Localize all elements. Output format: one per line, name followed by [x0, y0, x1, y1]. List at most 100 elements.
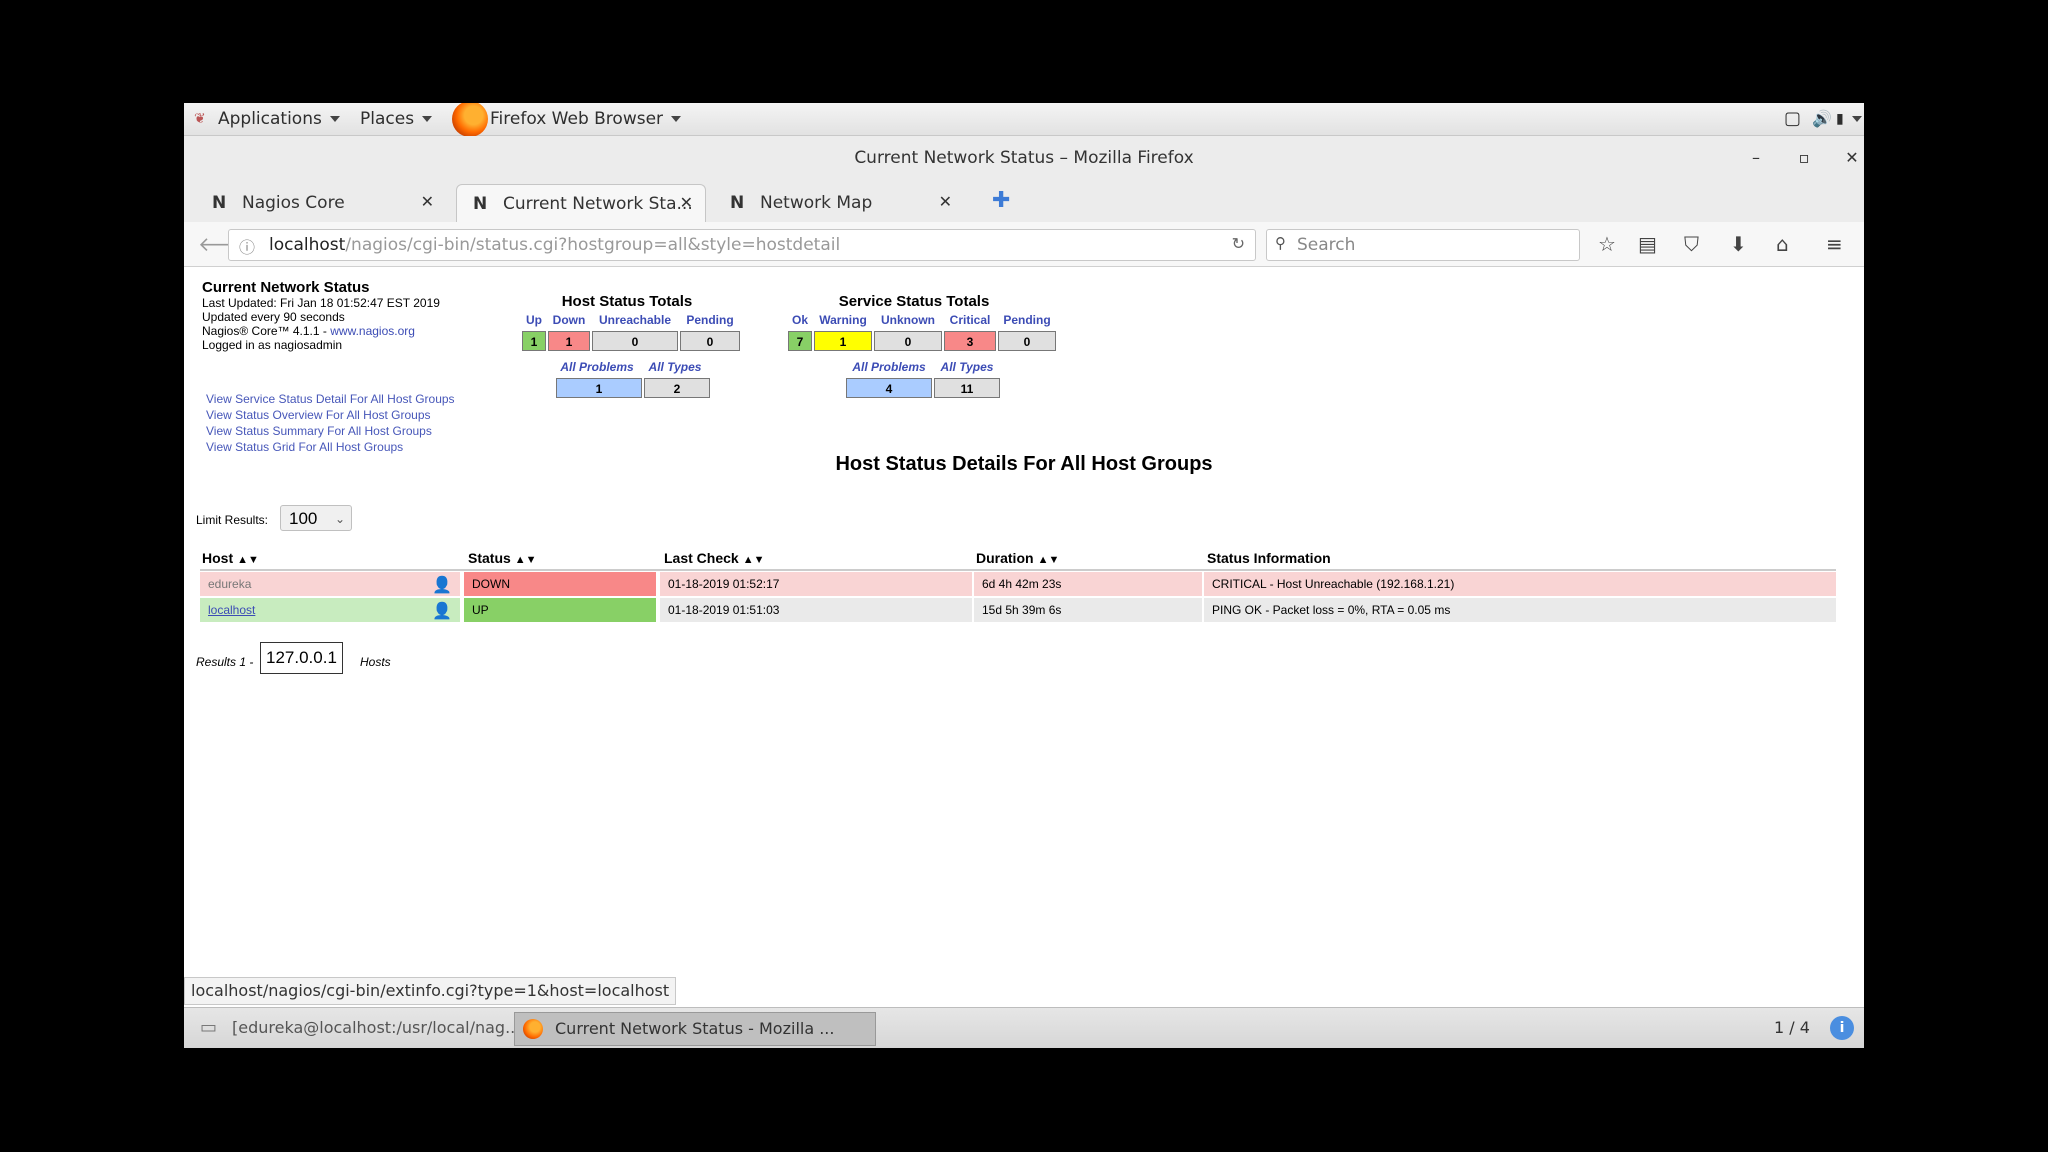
- firefox-icon: [452, 103, 488, 137]
- sort-arrows-icon[interactable]: ▲▼: [237, 554, 259, 566]
- service-all-problems-count[interactable]: 4: [846, 378, 932, 398]
- search-icon: ⚲: [1275, 234, 1286, 252]
- minimize-button[interactable]: –: [1744, 146, 1768, 170]
- status-info-cell: PING OK - Packet loss = 0%, RTA = 0.05 m…: [1204, 598, 1836, 622]
- chevron-down-icon: ⌄: [334, 512, 345, 526]
- host-up-count[interactable]: 1: [522, 331, 546, 351]
- service-ok-header[interactable]: Ok: [788, 313, 812, 327]
- column-host[interactable]: Host ▲▼: [202, 550, 259, 566]
- browser-menu[interactable]: Firefox Web Browser: [490, 108, 682, 130]
- service-pending-count[interactable]: 0: [998, 331, 1056, 351]
- close-window-button[interactable]: ✕: [1840, 146, 1864, 170]
- host-unreachable-header[interactable]: Unreachable: [592, 313, 678, 327]
- service-critical-count[interactable]: 3: [944, 331, 996, 351]
- duration-cell: 15d 5h 39m 6s: [974, 598, 1202, 622]
- status-cell: DOWN: [464, 572, 656, 596]
- hamburger-menu-icon[interactable]: ≡: [1826, 232, 1843, 256]
- status-bar-url: localhost/nagios/cgi-bin/extinfo.cgi?typ…: [184, 977, 677, 1005]
- host-down-count[interactable]: 1: [548, 331, 590, 351]
- sort-arrows-icon[interactable]: ▲▼: [1038, 554, 1060, 566]
- host-detail-icon[interactable]: 👤: [432, 574, 452, 598]
- link-status-summary[interactable]: View Status Summary For All Host Groups: [206, 424, 432, 438]
- host-name-cell[interactable]: localhost 👤: [200, 598, 460, 622]
- service-warning-header[interactable]: Warning: [814, 313, 872, 327]
- last-check-cell: 01-18-2019 01:51:03: [660, 598, 972, 622]
- applications-label: Applications: [218, 109, 322, 129]
- results-prefix: Results 1 -: [196, 655, 254, 669]
- service-warning-count[interactable]: 1: [814, 331, 872, 351]
- host-name-cell[interactable]: edureka 👤: [200, 572, 460, 596]
- volume-icon[interactable]: 🔊: [1812, 108, 1832, 130]
- taskbar-terminal[interactable]: ▭ [edureka@localhost:/usr/local/nag...: [192, 1012, 532, 1044]
- column-last-check[interactable]: Last Check ▲▼: [664, 550, 764, 566]
- home-icon[interactable]: ⌂: [1776, 232, 1789, 256]
- host-down-header[interactable]: Down: [548, 313, 590, 327]
- close-tab-icon[interactable]: ✕: [939, 192, 952, 211]
- service-pending-header[interactable]: Pending: [998, 313, 1056, 327]
- pocket-icon[interactable]: ⛉: [1684, 232, 1699, 256]
- places-menu[interactable]: Places: [360, 108, 433, 130]
- service-unknown-header[interactable]: Unknown: [874, 313, 942, 327]
- notification-icon[interactable]: i: [1830, 1016, 1854, 1040]
- taskbar-firefox[interactable]: Current Network Status - Mozilla ...: [514, 1012, 876, 1046]
- tab-nagios-core[interactable]: N Nagios Core ✕: [196, 184, 446, 222]
- new-tab-icon[interactable]: ✚: [992, 188, 1010, 213]
- service-totals-title: Service Status Totals: [838, 293, 990, 310]
- column-status-information[interactable]: Status Information: [1207, 550, 1331, 566]
- tab-current-network-status[interactable]: N Current Network Sta... ✕: [456, 184, 706, 223]
- applications-menu[interactable]: Applications: [218, 108, 340, 130]
- column-status[interactable]: Status ▲▼: [468, 550, 537, 566]
- browser-label: Firefox Web Browser: [490, 109, 664, 129]
- service-all-types-count[interactable]: 11: [934, 378, 1000, 398]
- header-divider: [200, 569, 1836, 571]
- column-status-information-label: Status Information: [1207, 550, 1331, 566]
- search-bar[interactable]: ⚲ Search: [1266, 229, 1580, 261]
- host-unreachable-count[interactable]: 0: [592, 331, 678, 351]
- info-icon[interactable]: ⓘ: [239, 234, 255, 258]
- host-all-types-header[interactable]: All Types: [642, 360, 708, 374]
- nagios-favicon-icon: N: [212, 193, 227, 213]
- column-duration[interactable]: Duration ▲▼: [976, 550, 1059, 566]
- link-status-grid[interactable]: View Status Grid For All Host Groups: [206, 440, 403, 454]
- download-icon[interactable]: ⬇: [1730, 232, 1747, 256]
- link-status-overview[interactable]: View Status Overview For All Host Groups: [206, 408, 431, 422]
- host-pending-header[interactable]: Pending: [680, 313, 740, 327]
- service-all-problems-header[interactable]: All Problems: [846, 360, 932, 374]
- display-icon[interactable]: ▢: [1784, 108, 1801, 130]
- terminal-icon: ▭: [200, 1017, 218, 1038]
- service-critical-header[interactable]: Critical: [944, 313, 996, 327]
- host-pending-count[interactable]: 0: [680, 331, 740, 351]
- host-all-problems-count[interactable]: 1: [556, 378, 642, 398]
- power-icon[interactable]: ▮: [1836, 108, 1862, 130]
- taskbar-firefox-label: Current Network Status - Mozilla ...: [555, 1019, 835, 1038]
- service-all-types-header[interactable]: All Types: [934, 360, 1000, 374]
- host-detail-icon[interactable]: 👤: [432, 600, 452, 624]
- status-info-cell: CRITICAL - Host Unreachable (192.168.1.2…: [1204, 572, 1836, 596]
- sort-arrows-icon[interactable]: ▲▼: [515, 554, 537, 566]
- limit-results-value: 100: [289, 509, 318, 528]
- sort-arrows-icon[interactable]: ▲▼: [743, 554, 765, 566]
- reload-icon[interactable]: ↻: [1232, 234, 1245, 253]
- host-all-types-count[interactable]: 2: [644, 378, 710, 398]
- column-duration-label: Duration: [976, 550, 1034, 566]
- host-all-problems-header[interactable]: All Problems: [554, 360, 640, 374]
- host-name-link[interactable]: localhost: [208, 603, 255, 617]
- workspace-indicator[interactable]: 1 / 4: [1774, 1018, 1810, 1037]
- close-tab-icon[interactable]: ✕: [421, 192, 434, 211]
- foot-icon: ❦: [194, 111, 206, 127]
- tab-label: Current Network Sta...: [503, 194, 693, 214]
- url-bar[interactable]: ⓘ localhost/nagios/cgi-bin/status.cgi?ho…: [228, 229, 1256, 261]
- maximize-button[interactable]: ▫: [1792, 146, 1816, 170]
- close-tab-icon[interactable]: ✕: [680, 193, 693, 212]
- url-host: localhost: [269, 235, 346, 255]
- tab-network-map[interactable]: N Network Map ✕: [714, 184, 964, 222]
- service-unknown-count[interactable]: 0: [874, 331, 942, 351]
- reading-list-icon[interactable]: ▤: [1638, 232, 1657, 256]
- link-service-status-detail[interactable]: View Service Status Detail For All Host …: [206, 392, 455, 406]
- nagios-website-link[interactable]: www.nagios.org: [330, 324, 415, 338]
- service-ok-count[interactable]: 7: [788, 331, 812, 351]
- limit-results-select[interactable]: 100 ⌄: [280, 505, 352, 531]
- bookmark-star-icon[interactable]: ☆: [1598, 232, 1616, 256]
- page-content: Current Network Status Last Updated: Fri…: [184, 267, 1864, 977]
- host-up-header[interactable]: Up: [522, 313, 546, 327]
